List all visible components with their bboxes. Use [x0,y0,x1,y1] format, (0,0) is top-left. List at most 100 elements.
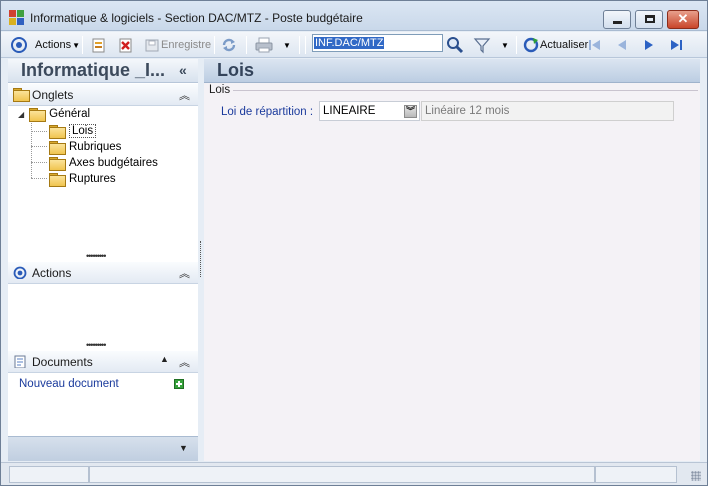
resize-grip-icon[interactable] [691,471,701,481]
toolbar-separator [246,36,247,54]
repartition-law-description-text: Linéaire 12 mois [425,105,510,117]
search-button[interactable] [446,35,464,55]
refresh-button[interactable]: Actualiser [522,35,588,55]
toolbar-separator [516,36,517,54]
dropdown-button[interactable]: ︾ [404,105,417,118]
printer-icon [255,37,273,53]
folder-icon [13,88,30,102]
toolbar-separator [299,36,300,54]
actions-menu-button[interactable]: Actions ▼ [10,35,80,55]
delete-icon [119,38,132,53]
application-window: Informatique & logiciels - Section DAC/M… [0,0,708,486]
chevron-down-icon[interactable]: ▼ [283,41,291,50]
first-record-button[interactable] [587,35,603,55]
group-label: Lois [209,84,234,96]
toolbar-separator [214,36,215,54]
tree-node-general[interactable]: ◢ Général [18,106,90,122]
next-record-button[interactable] [641,35,657,55]
save-icon [145,39,159,52]
refresh-icon [523,37,539,53]
search-input-selected-text: INF.DAC/MTZ [314,37,385,49]
filter-button[interactable]: ▼ [473,35,509,55]
section-resize-handle[interactable]: ••••••••• [86,341,106,350]
sync-button[interactable] [220,35,238,55]
double-chevron-down-icon: ︾ [405,106,415,116]
open-folder-icon [49,125,66,139]
tree-expander-icon[interactable]: ◢ [18,110,24,119]
save-button[interactable]: Enregistre [144,35,211,55]
onglets-section-header[interactable]: Onglets ︽ [8,84,198,106]
previous-record-icon [618,40,626,50]
minimize-icon [613,21,622,24]
print-button[interactable]: ▼ [254,35,291,55]
pane-splitter[interactable] [200,241,203,277]
document-icon [14,355,26,368]
status-cell [9,466,89,483]
folder-icon [29,108,47,122]
new-button[interactable] [91,35,107,55]
add-document-icon[interactable] [174,379,184,389]
refresh-label: Actualiser [540,39,589,51]
app-icon [9,10,25,26]
chevron-down-icon[interactable]: ▼ [179,443,188,453]
previous-record-button[interactable] [614,35,630,55]
toolbar: Actions ▼ Enregistre ▼ INF.DAC/MTZ ▼ Act… [1,32,707,58]
new-document-icon [92,38,105,53]
folder-icon [49,141,66,155]
tree-node-ruptures[interactable]: Ruptures [49,171,116,187]
tree-connector [31,131,47,132]
collapse-section-icon[interactable]: ︽ [179,87,190,103]
tree-node-lois[interactable]: Lois [49,123,97,139]
folder-icon [49,173,66,187]
repartition-law-label: Loi de répartition : [221,106,314,118]
next-record-icon [645,40,653,50]
tree-node-rubriques[interactable]: Rubriques [49,139,121,155]
minimize-button[interactable] [603,10,631,29]
close-button[interactable]: ✕ [667,10,699,29]
collapse-section-icon[interactable]: ︽ [179,354,190,370]
new-document-link[interactable]: Nouveau document [19,378,119,390]
window-title: Informatique & logiciels - Section DAC/M… [30,11,363,25]
documents-section-header[interactable]: Documents ▲ ︽ [8,351,198,373]
actions-section-title: Actions [32,266,72,280]
tree-node-axes-budgetaires[interactable]: Axes budgétaires [49,155,158,171]
actions-label: Actions [35,39,72,51]
collapse-section-icon[interactable]: ︽ [179,265,190,281]
tree-node-label: Ruptures [69,173,116,185]
actions-section-header[interactable]: Actions ︽ [8,262,198,284]
chevron-up-icon[interactable]: ▲ [160,354,169,364]
repartition-law-value: LINEAIRE [323,105,376,117]
tree-node-label: Rubriques [69,141,122,153]
status-cell [89,466,595,483]
main-header: Lois [204,59,700,83]
collapse-pane-icon[interactable]: « [179,62,187,78]
tree-node-label: Axes budgétaires [69,157,158,169]
save-label: Enregistre [161,39,212,51]
maximize-icon [645,15,655,23]
tree-connector [31,162,47,163]
page-title: Lois [217,60,255,80]
last-record-button[interactable] [668,35,684,55]
folder-icon [49,157,66,171]
sync-icon [222,38,236,52]
repartition-law-description: Linéaire 12 mois [421,101,674,121]
maximize-button[interactable] [635,10,663,29]
status-bar [1,462,707,485]
chevron-down-icon[interactable]: ▼ [501,41,509,50]
last-record-icon [671,40,682,50]
search-input-box[interactable]: INF.DAC/MTZ [312,34,443,52]
title-bar: Informatique & logiciels - Section DAC/M… [1,1,707,31]
navigation-pane-footer: ▼ [8,436,198,461]
tree-node-label: Général [49,108,91,120]
filter-icon [473,38,491,54]
repartition-law-select[interactable]: LINEAIRE ︾ [319,101,420,121]
section-resize-handle[interactable]: ••••••••• [86,252,106,261]
tree-connector [31,146,47,147]
chevron-down-icon: ▼ [72,40,80,50]
status-cell [595,466,677,483]
toolbar-separator [82,36,83,54]
toolbar-separator [305,36,306,54]
close-icon: ✕ [677,11,689,26]
actions-icon [11,37,27,53]
delete-button[interactable] [118,35,134,55]
